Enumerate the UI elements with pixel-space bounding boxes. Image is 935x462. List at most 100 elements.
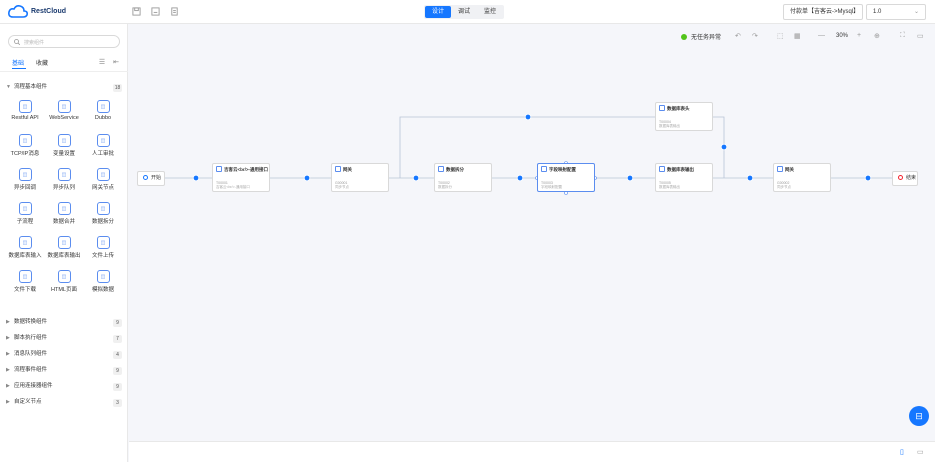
component-group[interactable]: ▶ 流程事件组件 9 [6,365,122,376]
flow-select[interactable]: 付款单【吉客云->Mysql】 [783,4,863,20]
end-icon [898,175,903,180]
component-item[interactable]: ◫ 子流程 [5,202,45,225]
component-label: 数据拆分 [91,219,114,225]
tab-debug[interactable]: 调试 [451,6,477,18]
node-title: 数据库表输出 [667,167,694,172]
flow-node[interactable]: 吉客云<br/>-通用接口 T00001 吉客云<br/>-通用接口 [212,163,270,192]
bottom-bar: ▯ ▭ [129,441,935,462]
select-area-icon[interactable]: ⬚ [777,32,784,40]
node-type-icon [777,166,783,172]
component-group[interactable]: ▶ 应用连接器组件 9 [6,381,122,392]
tab-monitor[interactable]: 监控 [477,6,503,18]
component-group[interactable]: ▶ 自定义节点 3 [6,397,122,408]
panel-bottom-icon[interactable]: ▭ [917,448,924,456]
component-item[interactable]: ◫ WebService [44,100,84,121]
component-label: 变量设置 [52,151,75,157]
component-label: Restful API [11,115,39,121]
fullscreen-icon[interactable]: ⛶ [900,32,905,40]
component-group[interactable]: ▶ 数据转换组件 9 [6,317,122,328]
component-item[interactable]: ◫ Restful API [5,100,45,121]
node-title: 数据库表头 [667,106,690,111]
tab-favorites[interactable]: 收藏 [36,58,48,67]
webservice-icon: ◫ [57,100,71,113]
node-type-icon [541,166,547,172]
list-view-icon[interactable]: ☰ [99,58,105,66]
component-group[interactable]: ▶ 脚本执行组件 7 [6,333,122,344]
component-item[interactable]: ◫ 文件上传 [83,236,123,259]
fit-view-icon[interactable]: ⊕ [874,32,880,40]
grid-icon[interactable]: ▦ [794,32,801,40]
caret-down-icon: ▼ [6,84,11,90]
component-label: TCP/IP消息 [10,151,40,157]
flow-node[interactable]: 网关 G00002 同步节点 [773,163,831,192]
callback-icon: ◫ [18,168,32,181]
redo-icon[interactable]: ↷ [752,32,758,40]
component-item[interactable]: ◫ 数据合并 [44,202,84,225]
tcp-icon: ◫ [18,134,32,147]
save-icon[interactable] [132,7,141,16]
node-type-icon [659,166,665,172]
brand-name: RestCloud [31,8,66,15]
component-label: WebService [49,115,79,121]
group-count: 9 [113,367,122,375]
flow-node[interactable]: 数据拆分 T00002 数据拆分 [434,163,492,192]
document-icon[interactable] [170,7,179,16]
toolbox-button[interactable]: ⊟ [909,406,929,426]
zoom-out-icon[interactable]: — [818,32,825,39]
group-count: 3 [113,399,122,407]
split-icon: ◫ [96,202,110,215]
caret-right-icon: ▶ [6,351,10,357]
component-item[interactable]: ◫ Dubbo [83,100,123,121]
component-label: 文件下载 [13,287,36,293]
component-item[interactable]: ◫ 模拟数据 [83,270,123,293]
group-count: 9 [113,383,122,391]
caret-right-icon: ▶ [6,367,10,373]
search-input[interactable]: 搜索组件 [8,35,120,48]
component-item[interactable]: ◫ TCP/IP消息 [5,134,45,157]
divider [0,71,128,72]
panel-left-icon[interactable]: ▯ [900,448,904,456]
flow-node[interactable]: 字段映射配置 T00003 字段映射配置 [537,163,595,192]
component-item[interactable]: ◫ 变量设置 [44,134,84,157]
node-type-icon [335,166,341,172]
tab-basic[interactable]: 基础 [12,58,24,67]
group-count: 9 [113,319,122,327]
component-item[interactable]: ◫ 异步回调 [5,168,45,191]
component-item[interactable]: ◫ 文件下载 [5,270,45,293]
component-item[interactable]: ◫ 异步队列 [44,168,84,191]
component-label: 数据库表输出 [47,253,81,259]
flow-node[interactable]: 数据库表输出 T00005 数据库表输出 [655,163,713,192]
component-label: 数据合并 [52,219,75,225]
collapse-icon[interactable]: ⇤ [113,58,119,66]
group-count: 18 [113,84,122,92]
component-item[interactable]: ◫ HTML页面 [44,270,84,293]
logo: RestCloud [8,5,66,18]
component-item[interactable]: ◫ 网关节点 [83,168,123,191]
group-count: 4 [113,351,122,359]
component-item[interactable]: ◫ 数据库表输入 [5,236,45,259]
zoom-in-icon[interactable]: + [857,32,861,39]
flow-node[interactable]: 数据库表头 T00004 数据库表输出 [655,102,713,131]
undo-icon[interactable]: ↶ [735,32,741,40]
component-label: 文件上传 [91,253,114,259]
db-input-icon: ◫ [18,236,32,249]
component-item[interactable]: ◫ 数据库表输出 [44,236,84,259]
component-item[interactable]: ◫ 人工审批 [83,134,123,157]
search-placeholder: 搜索组件 [24,40,45,46]
component-group[interactable]: ▶ 消息队列组件 4 [6,349,122,360]
version-select[interactable]: 1.0 ⌄ [866,4,926,20]
component-item[interactable]: ◫ 数据拆分 [83,202,123,225]
component-label: 模拟数据 [91,287,114,293]
end-node[interactable]: 结束 [892,171,918,186]
save-as-icon[interactable] [151,7,160,16]
group-basic[interactable]: ▼ 流程基本组件 18 [6,82,122,93]
top-bar: RestCloud 设计 调试 监控 付款单【吉客云->Mysql】 1.0 ⌄ [0,0,935,24]
minimap-icon[interactable]: ▭ [917,32,924,40]
flow-node[interactable]: 网关 G00001 同步节点 [331,163,389,192]
upload-icon: ◫ [96,236,110,249]
flow-canvas[interactable] [129,24,935,441]
tab-design[interactable]: 设计 [425,6,452,18]
chevron-down-icon: ⌄ [913,9,919,15]
subflow-icon: ◫ [18,202,32,215]
start-node[interactable]: 开始 [137,171,165,186]
